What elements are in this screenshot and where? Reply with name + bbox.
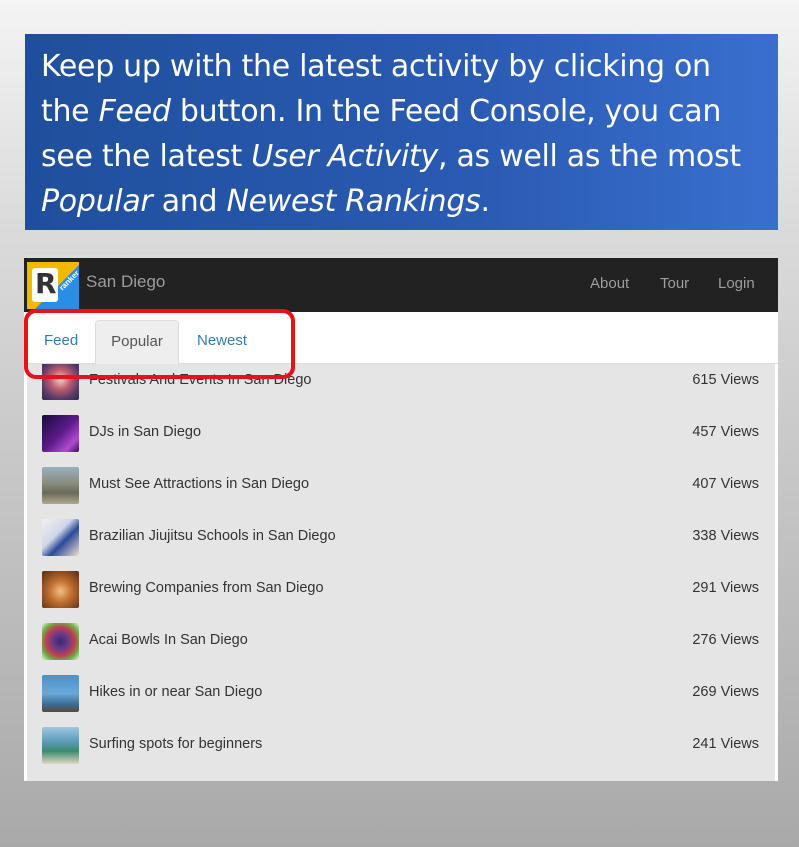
ranking-title[interactable]: Hikes in or near San Diego — [89, 684, 262, 700]
ranking-thumbnail — [42, 727, 79, 764]
brand-name[interactable]: San Diego — [86, 272, 165, 292]
ranking-views: 407 Views — [692, 476, 759, 492]
banner-line-4: Popular and Newest Rankings. — [41, 184, 490, 219]
ranking-title[interactable]: DJs in San Diego — [89, 424, 201, 440]
ranking-thumbnail — [42, 519, 79, 556]
list-item[interactable]: Surfing spots for beginners 241 Views — [27, 720, 775, 772]
ranker-logo[interactable]: R ranker — [27, 262, 79, 309]
ranking-views: 615 Views — [692, 372, 759, 388]
list-item[interactable]: Brazilian Jiujitsu Schools in San Diego … — [27, 512, 775, 564]
list-item[interactable]: DJs in San Diego 457 Views — [27, 408, 775, 460]
list-item[interactable]: Acai Bowls In San Diego 276 Views — [27, 616, 775, 668]
nav-about-link[interactable]: About — [590, 275, 629, 292]
banner-line-1: Keep up with the latest activity by clic… — [41, 49, 711, 84]
ranking-thumbnail — [42, 467, 79, 504]
list-item[interactable]: Brewing Companies from San Diego 291 Vie… — [27, 564, 775, 616]
banner-line-3: see the latest User Activity, as well as… — [41, 139, 741, 174]
list-item[interactable]: Must See Attractions in San Diego 407 Vi… — [27, 460, 775, 512]
ranking-title[interactable]: Surfing spots for beginners — [89, 736, 262, 752]
ranking-views: 291 Views — [692, 580, 759, 596]
nav-tour-link[interactable]: Tour — [660, 275, 689, 292]
ranking-views: 457 Views — [692, 424, 759, 440]
ranking-thumbnail — [42, 571, 79, 608]
ranking-thumbnail — [42, 415, 79, 452]
rankings-list: Festivals And Events In San Diego 615 Vi… — [27, 364, 775, 781]
ranking-thumbnail — [42, 675, 79, 712]
ranking-title[interactable]: Brazilian Jiujitsu Schools in San Diego — [89, 528, 336, 544]
ranking-title[interactable]: Must See Attractions in San Diego — [89, 476, 309, 492]
nav-login-link[interactable]: Login — [718, 275, 755, 292]
ranking-views: 241 Views — [692, 736, 759, 752]
instruction-banner: Keep up with the latest activity by clic… — [25, 34, 778, 230]
ranking-views: 269 Views — [692, 684, 759, 700]
logo-letter: R — [35, 267, 57, 300]
banner-line-2: the Feed button. In the Feed Console, yo… — [41, 94, 722, 129]
ranking-title[interactable]: Acai Bowls In San Diego — [89, 632, 248, 648]
navbar: R ranker San Diego About Tour Login — [24, 255, 778, 312]
list-item[interactable]: Hikes in or near San Diego 269 Views — [27, 668, 775, 720]
ranking-title[interactable]: Brewing Companies from San Diego — [89, 580, 324, 596]
ranking-views: 276 Views — [692, 632, 759, 648]
ranking-thumbnail — [42, 623, 79, 660]
ranking-views: 338 Views — [692, 528, 759, 544]
tabs-highlight-callout — [24, 309, 295, 379]
